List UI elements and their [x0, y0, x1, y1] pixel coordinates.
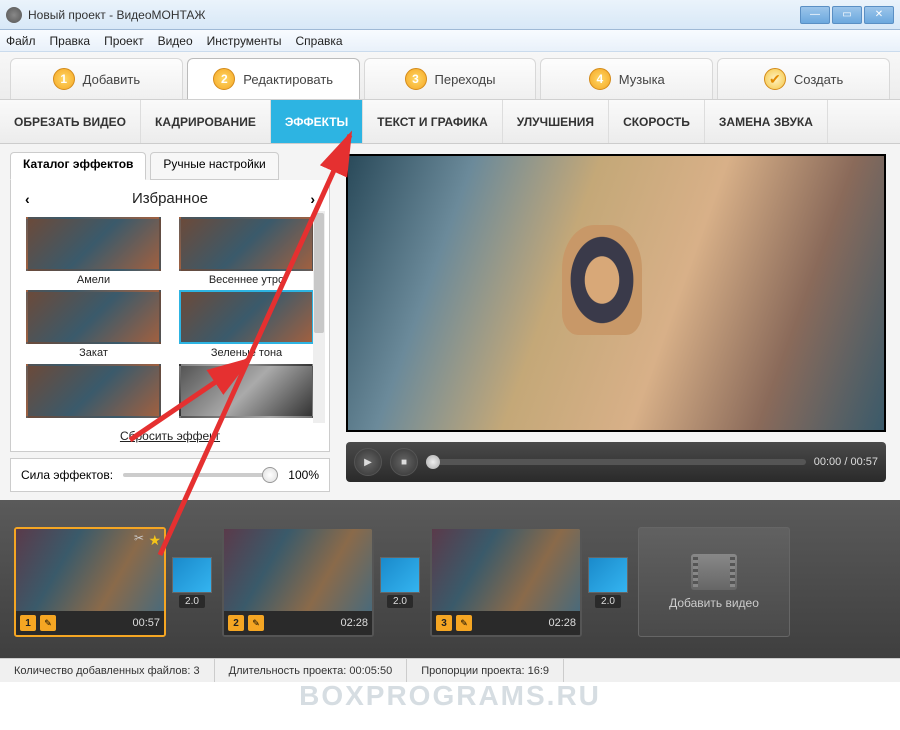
- time-display: 00:00 / 00:57: [814, 456, 878, 468]
- add-video-button[interactable]: Добавить видео: [638, 527, 790, 637]
- transition-slot[interactable]: 2.0: [172, 557, 212, 608]
- subtab-text[interactable]: ТЕКСТ И ГРАФИКА: [363, 100, 502, 143]
- timeline: ✂ ★ 1✎00:57 2.0 2✎02:28 2.0 3✎02:28 2.0 …: [0, 500, 900, 658]
- watermark: BOXPROGRAMS.RU: [299, 680, 601, 712]
- subtab-enhance[interactable]: УЛУЧШЕНИЯ: [503, 100, 609, 143]
- progress-slider[interactable]: [426, 459, 806, 465]
- subtab-speed[interactable]: СКОРОСТЬ: [609, 100, 705, 143]
- effect-item[interactable]: [21, 364, 166, 421]
- effect-item[interactable]: Закат: [21, 290, 166, 359]
- menu-video[interactable]: Видео: [158, 34, 193, 48]
- window-title: Новый проект - ВидеоМОНТАЖ: [28, 8, 800, 22]
- menu-project[interactable]: Проект: [104, 34, 144, 48]
- status-files: Количество добавленных файлов: 3: [0, 659, 215, 682]
- strength-row: Сила эффектов: 100%: [10, 458, 330, 492]
- menu-tools[interactable]: Инструменты: [207, 34, 282, 48]
- subtab-frame[interactable]: КАДРИРОВАНИЕ: [141, 100, 271, 143]
- reset-effect-link[interactable]: Сбросить эффект: [15, 423, 325, 451]
- subtab-audio[interactable]: ЗАМЕНА ЗВУКА: [705, 100, 828, 143]
- pencil-icon[interactable]: ✎: [456, 615, 472, 631]
- effects-scrollbar[interactable]: [313, 211, 325, 423]
- effect-item[interactable]: [174, 364, 319, 421]
- app-icon: [6, 7, 22, 23]
- menu-help[interactable]: Справка: [295, 34, 342, 48]
- star-icon: ★: [148, 532, 161, 549]
- stop-button[interactable]: ■: [390, 448, 418, 476]
- step-add[interactable]: 1Добавить: [10, 58, 183, 99]
- catalog-tab[interactable]: Каталог эффектов: [10, 152, 146, 180]
- titlebar: Новый проект - ВидеоМОНТАЖ — ▭ ✕: [0, 0, 900, 30]
- player-controls: ▶ ■ 00:00 / 00:57: [346, 442, 886, 482]
- timeline-clip[interactable]: 3✎02:28: [430, 527, 582, 637]
- close-button[interactable]: ✕: [864, 6, 894, 24]
- film-icon: [691, 554, 737, 590]
- effect-item[interactable]: Амели: [21, 217, 166, 286]
- menu-file[interactable]: Файл: [6, 34, 36, 48]
- step-transitions[interactable]: 3Переходы: [364, 58, 537, 99]
- prev-group-icon[interactable]: ‹: [25, 191, 30, 207]
- transition-slot[interactable]: 2.0: [588, 557, 628, 608]
- step-create[interactable]: ✔Создать: [717, 58, 890, 99]
- play-button[interactable]: ▶: [354, 448, 382, 476]
- minimize-button[interactable]: —: [800, 6, 830, 24]
- step-music[interactable]: 4Музыка: [540, 58, 713, 99]
- effect-item-selected[interactable]: Зеленые тона: [174, 290, 319, 359]
- manual-tab[interactable]: Ручные настройки: [150, 152, 278, 180]
- effect-item[interactable]: Весеннее утро: [174, 217, 319, 286]
- status-duration: Длительность проекта: 00:05:50: [215, 659, 408, 682]
- strength-value: 100%: [288, 468, 319, 482]
- transition-slot[interactable]: 2.0: [380, 557, 420, 608]
- effects-panel: Каталог эффектов Ручные настройки ‹ Избр…: [0, 144, 340, 500]
- group-title: Избранное: [132, 190, 208, 207]
- next-group-icon[interactable]: ›: [310, 191, 315, 207]
- step-tabs: 1Добавить 2Редактировать 3Переходы 4Музы…: [0, 52, 900, 100]
- strength-label: Сила эффектов:: [21, 468, 113, 482]
- pencil-icon[interactable]: ✎: [40, 615, 56, 631]
- timeline-clip[interactable]: 2✎02:28: [222, 527, 374, 637]
- status-aspect: Пропорции проекта: 16:9: [407, 659, 564, 682]
- video-preview: [346, 154, 886, 432]
- menu-edit[interactable]: Правка: [50, 34, 91, 48]
- preview-panel: ▶ ■ 00:00 / 00:57: [340, 144, 900, 500]
- timeline-clip[interactable]: ✂ ★ 1✎00:57: [14, 527, 166, 637]
- subtab-effects[interactable]: ЭФФЕКТЫ: [271, 100, 363, 143]
- edit-subtabs: ОБРЕЗАТЬ ВИДЕО КАДРИРОВАНИЕ ЭФФЕКТЫ ТЕКС…: [0, 100, 900, 144]
- scissors-icon: ✂: [134, 531, 144, 545]
- step-edit[interactable]: 2Редактировать: [187, 58, 360, 99]
- strength-slider[interactable]: [123, 473, 278, 477]
- menubar: Файл Правка Проект Видео Инструменты Спр…: [0, 30, 900, 52]
- maximize-button[interactable]: ▭: [832, 6, 862, 24]
- subtab-crop[interactable]: ОБРЕЗАТЬ ВИДЕО: [0, 100, 141, 143]
- pencil-icon[interactable]: ✎: [248, 615, 264, 631]
- statusbar: Количество добавленных файлов: 3 Длитель…: [0, 658, 900, 682]
